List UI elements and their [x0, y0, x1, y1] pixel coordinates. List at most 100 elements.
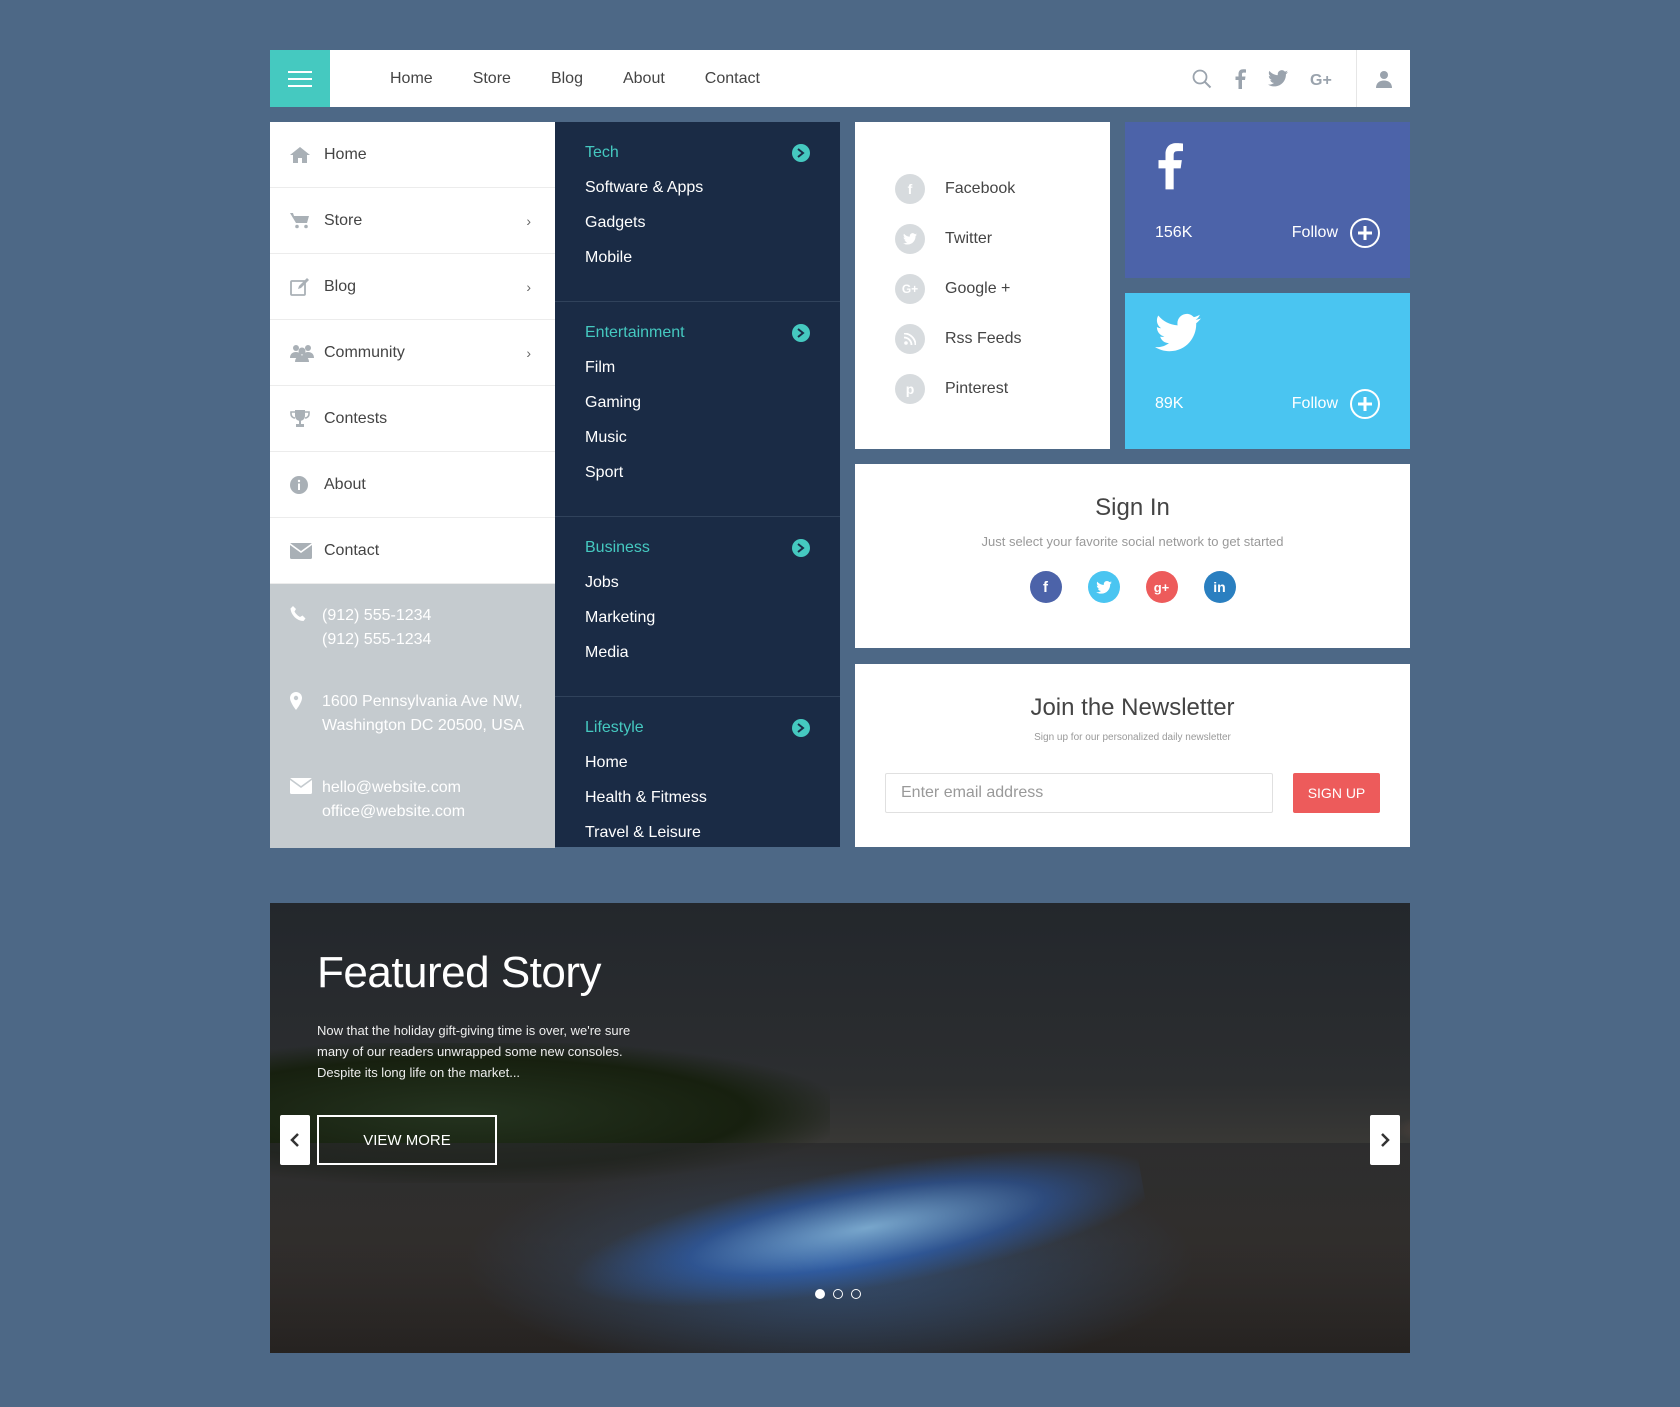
newsletter-email-input[interactable]	[885, 773, 1273, 813]
sign-in-networks: f g+ in	[855, 571, 1410, 603]
sidebar-item-contact[interactable]: Contact	[270, 518, 555, 584]
sidebar: Home Store › Blog › Community › Contests…	[270, 122, 555, 848]
twitter-follow-plus-button[interactable]	[1350, 389, 1380, 419]
top-navbar: Home Store Blog About Contact G+	[270, 50, 1410, 107]
sidebar-item-about[interactable]: About	[270, 452, 555, 518]
google-plus-signin-button[interactable]: g+	[1145, 571, 1178, 603]
topnav-blog-link[interactable]: Blog	[551, 70, 583, 88]
mega-group-title[interactable]: Tech	[585, 144, 619, 162]
mega-item[interactable]: Software & Apps	[585, 170, 810, 205]
facebook-signin-button[interactable]: f	[1029, 571, 1062, 603]
home-icon	[290, 146, 320, 163]
facebook-follow-link[interactable]: Follow	[1292, 224, 1338, 242]
mega-item[interactable]: Mobile	[585, 240, 810, 275]
slider-dot[interactable]	[851, 1289, 861, 1299]
twitter-follow-link[interactable]: Follow	[1292, 395, 1338, 413]
twitter-icon[interactable]	[1268, 70, 1288, 87]
chevron-right-circle-icon[interactable]	[792, 324, 810, 342]
contact-phone-2: (912) 555-1234	[322, 631, 432, 648]
chevron-right-circle-icon[interactable]	[792, 719, 810, 737]
social-link-twitter[interactable]: Twitter	[895, 214, 1110, 264]
slider-dot[interactable]	[833, 1289, 843, 1299]
contact-email-1[interactable]: hello@website.com	[322, 776, 465, 800]
social-links-panel: f Facebook Twitter G+ Google + Rss Feeds…	[855, 122, 1110, 449]
facebook-follow-plus-button[interactable]	[1350, 218, 1380, 248]
envelope-icon	[290, 542, 320, 559]
sign-up-button[interactable]: SIGN UP	[1293, 773, 1380, 813]
twitter-follower-count: 89K	[1155, 395, 1184, 412]
contact-email-2[interactable]: office@website.com	[322, 800, 465, 824]
twitter-signin-button[interactable]	[1087, 571, 1120, 603]
sign-in-subtitle: Just select your favorite social network…	[981, 534, 1284, 549]
topnav-contact-link[interactable]: Contact	[705, 70, 760, 88]
mega-item[interactable]: Health & Fitmess	[585, 780, 810, 815]
contact-phone-row: (912) 555-1234 (912) 555-1234	[290, 604, 535, 652]
chevron-right-icon: ›	[526, 278, 531, 295]
facebook-icon	[1155, 142, 1380, 204]
mega-item[interactable]: Media	[585, 635, 810, 670]
mega-item[interactable]: Travel & Leisure	[585, 815, 810, 850]
sidebar-item-label: Blog	[324, 277, 357, 295]
contact-email-row: hello@website.com office@website.com	[290, 776, 535, 824]
social-link-label: Pinterest	[945, 380, 1009, 397]
svg-text:G+: G+	[1310, 72, 1332, 87]
featured-excerpt: Now that the holiday gift-giving time is…	[317, 1023, 631, 1080]
mega-item[interactable]: Music	[585, 420, 810, 455]
social-link-rss[interactable]: Rss Feeds	[895, 314, 1110, 364]
user-account-button[interactable]	[1356, 50, 1410, 107]
sidebar-item-label: Home	[324, 145, 367, 163]
sign-in-panel: Sign In Just select your favorite social…	[855, 464, 1410, 648]
facebook-icon[interactable]	[1234, 68, 1246, 89]
mega-group-title[interactable]: Business	[585, 539, 650, 557]
mega-item[interactable]: Gadgets	[585, 205, 810, 240]
mega-item[interactable]: Film	[585, 350, 810, 385]
contact-phone-1: (912) 555-1234	[322, 607, 432, 624]
slider-next-button[interactable]	[1370, 1115, 1400, 1165]
twitter-icon	[895, 224, 925, 254]
mega-item[interactable]: Jobs	[585, 565, 810, 600]
chevron-right-icon: ›	[526, 344, 531, 361]
sidebar-item-store[interactable]: Store ›	[270, 188, 555, 254]
sidebar-item-community[interactable]: Community ›	[270, 320, 555, 386]
mega-item[interactable]: Gaming	[585, 385, 810, 420]
top-right-area: G+	[1192, 50, 1410, 107]
mega-item[interactable]: Sport	[585, 455, 810, 490]
hamburger-line	[288, 70, 312, 73]
hamburger-line	[288, 84, 312, 87]
topnav-store-link[interactable]: Store	[473, 70, 511, 88]
social-link-label: Twitter	[945, 230, 993, 247]
linkedin-signin-button[interactable]: in	[1203, 571, 1236, 603]
social-link-google-plus[interactable]: G+ Google +	[895, 264, 1110, 314]
newsletter-title: Join the Newsletter	[1030, 694, 1235, 721]
contact-address-row: 1600 Pennsylvania Ave NW, Washington DC …	[290, 690, 535, 738]
topnav-home-link[interactable]: Home	[390, 70, 433, 88]
sidebar-item-blog[interactable]: Blog ›	[270, 254, 555, 320]
twitter-icon	[1095, 580, 1112, 594]
social-link-facebook[interactable]: f Facebook	[895, 164, 1110, 214]
chevron-right-circle-icon[interactable]	[792, 144, 810, 162]
chevron-right-circle-icon[interactable]	[792, 539, 810, 557]
chevron-right-icon	[1381, 1133, 1390, 1147]
mega-item[interactable]: Home	[585, 745, 810, 780]
sidebar-item-label: About	[324, 475, 366, 493]
newsletter-subtitle: Sign up for our personalized daily newsl…	[1034, 732, 1231, 743]
social-link-pinterest[interactable]: p Pinterest	[895, 364, 1110, 414]
rss-icon	[895, 324, 925, 354]
cart-icon	[290, 212, 320, 229]
mega-group-title[interactable]: Entertainment	[585, 324, 685, 342]
mega-item[interactable]: Marketing	[585, 600, 810, 635]
google-plus-icon[interactable]: G+	[1310, 71, 1336, 87]
plus-icon	[1358, 226, 1372, 240]
slider-prev-button[interactable]	[280, 1115, 310, 1165]
hamburger-menu-button[interactable]	[270, 50, 330, 107]
sidebar-item-label: Community	[324, 343, 405, 361]
sidebar-item-home[interactable]: Home	[270, 122, 555, 188]
sidebar-item-contests[interactable]: Contests	[270, 386, 555, 452]
search-icon[interactable]	[1192, 69, 1212, 89]
top-nav-links: Home Store Blog About Contact	[390, 70, 800, 88]
slider-dot[interactable]	[815, 1289, 825, 1299]
view-more-button[interactable]: VIEW MORE	[317, 1115, 497, 1165]
mega-group-title[interactable]: Lifestyle	[585, 719, 644, 737]
chevron-left-icon	[290, 1133, 299, 1147]
topnav-about-link[interactable]: About	[623, 70, 665, 88]
